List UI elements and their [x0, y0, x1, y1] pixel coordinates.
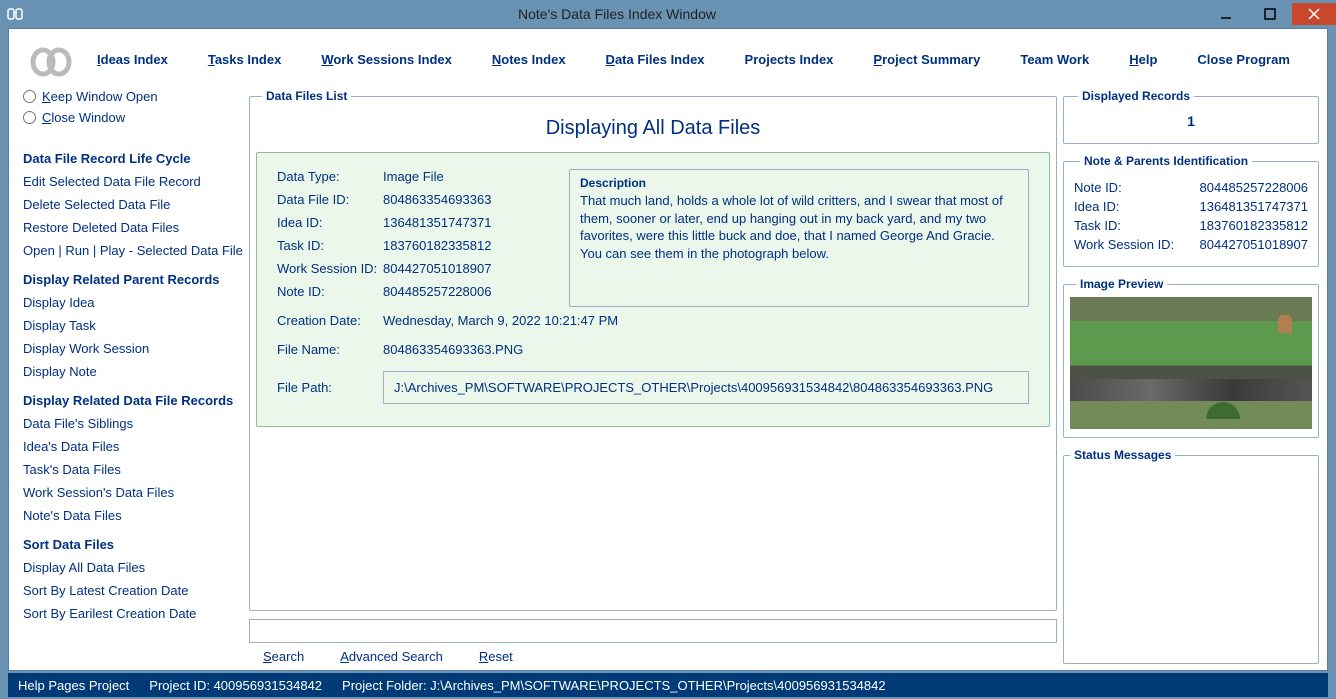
- lbl-data-file-id: Data File ID:: [277, 192, 383, 207]
- menu-ideas-index[interactable]: Ideas Index: [97, 52, 168, 67]
- menu-bar: Ideas Index Tasks Index Work Sessions In…: [9, 29, 1327, 89]
- data-files-list-group: Data Files List Displaying All Data File…: [249, 89, 1057, 611]
- rid-work-lbl: Work Session ID:: [1074, 237, 1174, 252]
- maximize-button[interactable]: [1248, 3, 1292, 25]
- sidebar-heading-lifecycle: Data File Record Life Cycle: [23, 151, 243, 166]
- sidebar-heading-related: Display Related Data File Records: [23, 393, 243, 408]
- rid-task-val: 183760182335812: [1200, 218, 1308, 233]
- note-parents-id-legend: Note & Parents Identification: [1080, 154, 1252, 168]
- status-project-folder: Project Folder: J:\Archives_PM\SOFTWARE\…: [342, 678, 886, 693]
- search-input[interactable]: [249, 619, 1057, 643]
- menu-notes-index[interactable]: Notes Index: [492, 52, 566, 67]
- val-idea-id: 136481351747371: [383, 215, 557, 230]
- lbl-file-path: File Path:: [277, 380, 383, 395]
- sidebar-heading-sort: Sort Data Files: [23, 537, 243, 552]
- window-titlebar: Note's Data Files Index Window: [0, 0, 1336, 28]
- link-work-datafiles[interactable]: Work Session's Data Files: [23, 485, 243, 500]
- link-sort-earliest[interactable]: Sort By Earilest Creation Date: [23, 606, 243, 621]
- val-data-file-id: 804863354693363: [383, 192, 557, 207]
- link-sort-latest[interactable]: Sort By Latest Creation Date: [23, 583, 243, 598]
- rid-note-val: 804485257228006: [1200, 180, 1308, 195]
- status-messages-group: Status Messages: [1063, 448, 1319, 664]
- lbl-file-name: File Name:: [277, 342, 383, 357]
- description-box: Description That much land, holds a whol…: [569, 169, 1029, 307]
- val-task-id: 183760182335812: [383, 238, 557, 253]
- note-parents-id-group: Note & Parents Identification Note ID: 80…: [1063, 154, 1319, 267]
- lbl-work-id: Work Session ID:: [277, 261, 383, 276]
- lbl-task-id: Task ID:: [277, 238, 383, 253]
- link-ideas-datafiles[interactable]: Idea's Data Files: [23, 439, 243, 454]
- advanced-search-link[interactable]: Advanced Search: [340, 649, 443, 664]
- menu-team-work[interactable]: Team Work: [1020, 52, 1089, 67]
- status-project-id: Project ID: 400956931534842: [149, 678, 322, 693]
- val-note-id: 804485257228006: [383, 284, 557, 299]
- displayed-records-legend: Displayed Records: [1078, 89, 1194, 103]
- window-title: Note's Data Files Index Window: [30, 6, 1204, 22]
- app-icon: [2, 0, 30, 28]
- menu-work-sessions-index[interactable]: Work Sessions Index: [321, 52, 452, 67]
- app-logo-icon: [23, 39, 79, 79]
- radio-close-window[interactable]: Close Window: [23, 110, 243, 125]
- menu-tasks-index[interactable]: Tasks Index: [208, 52, 281, 67]
- lbl-idea-id: Idea ID:: [277, 215, 383, 230]
- val-data-type: Image File: [383, 169, 557, 184]
- reset-link[interactable]: Reset: [479, 649, 513, 664]
- close-button[interactable]: [1292, 3, 1336, 25]
- data-files-list-legend: Data Files List: [262, 89, 351, 103]
- status-messages-legend: Status Messages: [1070, 448, 1175, 462]
- sidebar-heading-parents: Display Related Parent Records: [23, 272, 243, 287]
- lbl-creation: Creation Date:: [277, 313, 383, 328]
- link-edit-selected[interactable]: Edit Selected Data File Record: [23, 174, 243, 189]
- val-work-id: 804427051018907: [383, 261, 557, 276]
- menu-project-summary[interactable]: Project Summary: [873, 52, 980, 67]
- data-file-record[interactable]: Data Type:Image File Data File ID:804863…: [256, 152, 1050, 427]
- val-creation: Wednesday, March 9, 2022 10:21:47 PM: [383, 313, 1029, 328]
- sidebar: Keep Window Open Close Window Data File …: [23, 89, 243, 664]
- link-display-all[interactable]: Display All Data Files: [23, 560, 243, 575]
- rid-task-lbl: Task ID:: [1074, 218, 1121, 233]
- image-preview[interactable]: [1070, 297, 1312, 429]
- rid-idea-lbl: Idea ID:: [1074, 199, 1120, 214]
- radio-keep-window-open[interactable]: Keep Window Open: [23, 89, 243, 104]
- displayed-records-count: 1: [1072, 113, 1310, 129]
- description-heading: Description: [580, 176, 1018, 190]
- image-preview-legend: Image Preview: [1076, 277, 1167, 291]
- link-open-run-play[interactable]: Open | Run | Play - Selected Data File: [23, 243, 243, 258]
- link-restore-deleted[interactable]: Restore Deleted Data Files: [23, 220, 243, 235]
- link-display-work-session[interactable]: Display Work Session: [23, 341, 243, 356]
- list-heading: Displaying All Data Files: [256, 117, 1050, 140]
- val-file-name: 804863354693363.PNG: [383, 342, 1029, 357]
- link-siblings[interactable]: Data File's Siblings: [23, 416, 243, 431]
- val-file-path: J:\Archives_PM\SOFTWARE\PROJECTS_OTHER\P…: [383, 371, 1029, 404]
- displayed-records-group: Displayed Records 1: [1063, 89, 1319, 144]
- image-preview-group: Image Preview: [1063, 277, 1319, 438]
- minimize-button[interactable]: [1204, 3, 1248, 25]
- link-notes-datafiles[interactable]: Note's Data Files: [23, 508, 243, 523]
- link-display-note[interactable]: Display Note: [23, 364, 243, 379]
- link-delete-selected[interactable]: Delete Selected Data File: [23, 197, 243, 212]
- rid-idea-val: 136481351747371: [1200, 199, 1308, 214]
- lbl-data-type: Data Type:: [277, 169, 383, 184]
- menu-close-program[interactable]: Close Program: [1197, 52, 1289, 67]
- menu-projects-index[interactable]: Projects Index: [745, 52, 834, 67]
- rid-work-val: 804427051018907: [1200, 237, 1308, 252]
- description-text: That much land, holds a whole lot of wil…: [580, 192, 1018, 262]
- link-display-idea[interactable]: Display Idea: [23, 295, 243, 310]
- search-link[interactable]: Search: [263, 649, 304, 664]
- rid-note-lbl: Note ID:: [1074, 180, 1122, 195]
- menu-data-files-index[interactable]: Data Files Index: [606, 52, 705, 67]
- status-help-pages[interactable]: Help Pages Project: [18, 678, 129, 693]
- link-tasks-datafiles[interactable]: Task's Data Files: [23, 462, 243, 477]
- lbl-note-id: Note ID:: [277, 284, 383, 299]
- link-display-task[interactable]: Display Task: [23, 318, 243, 333]
- status-bar: Help Pages Project Project ID: 400956931…: [8, 673, 1328, 697]
- menu-help[interactable]: Help: [1129, 52, 1157, 67]
